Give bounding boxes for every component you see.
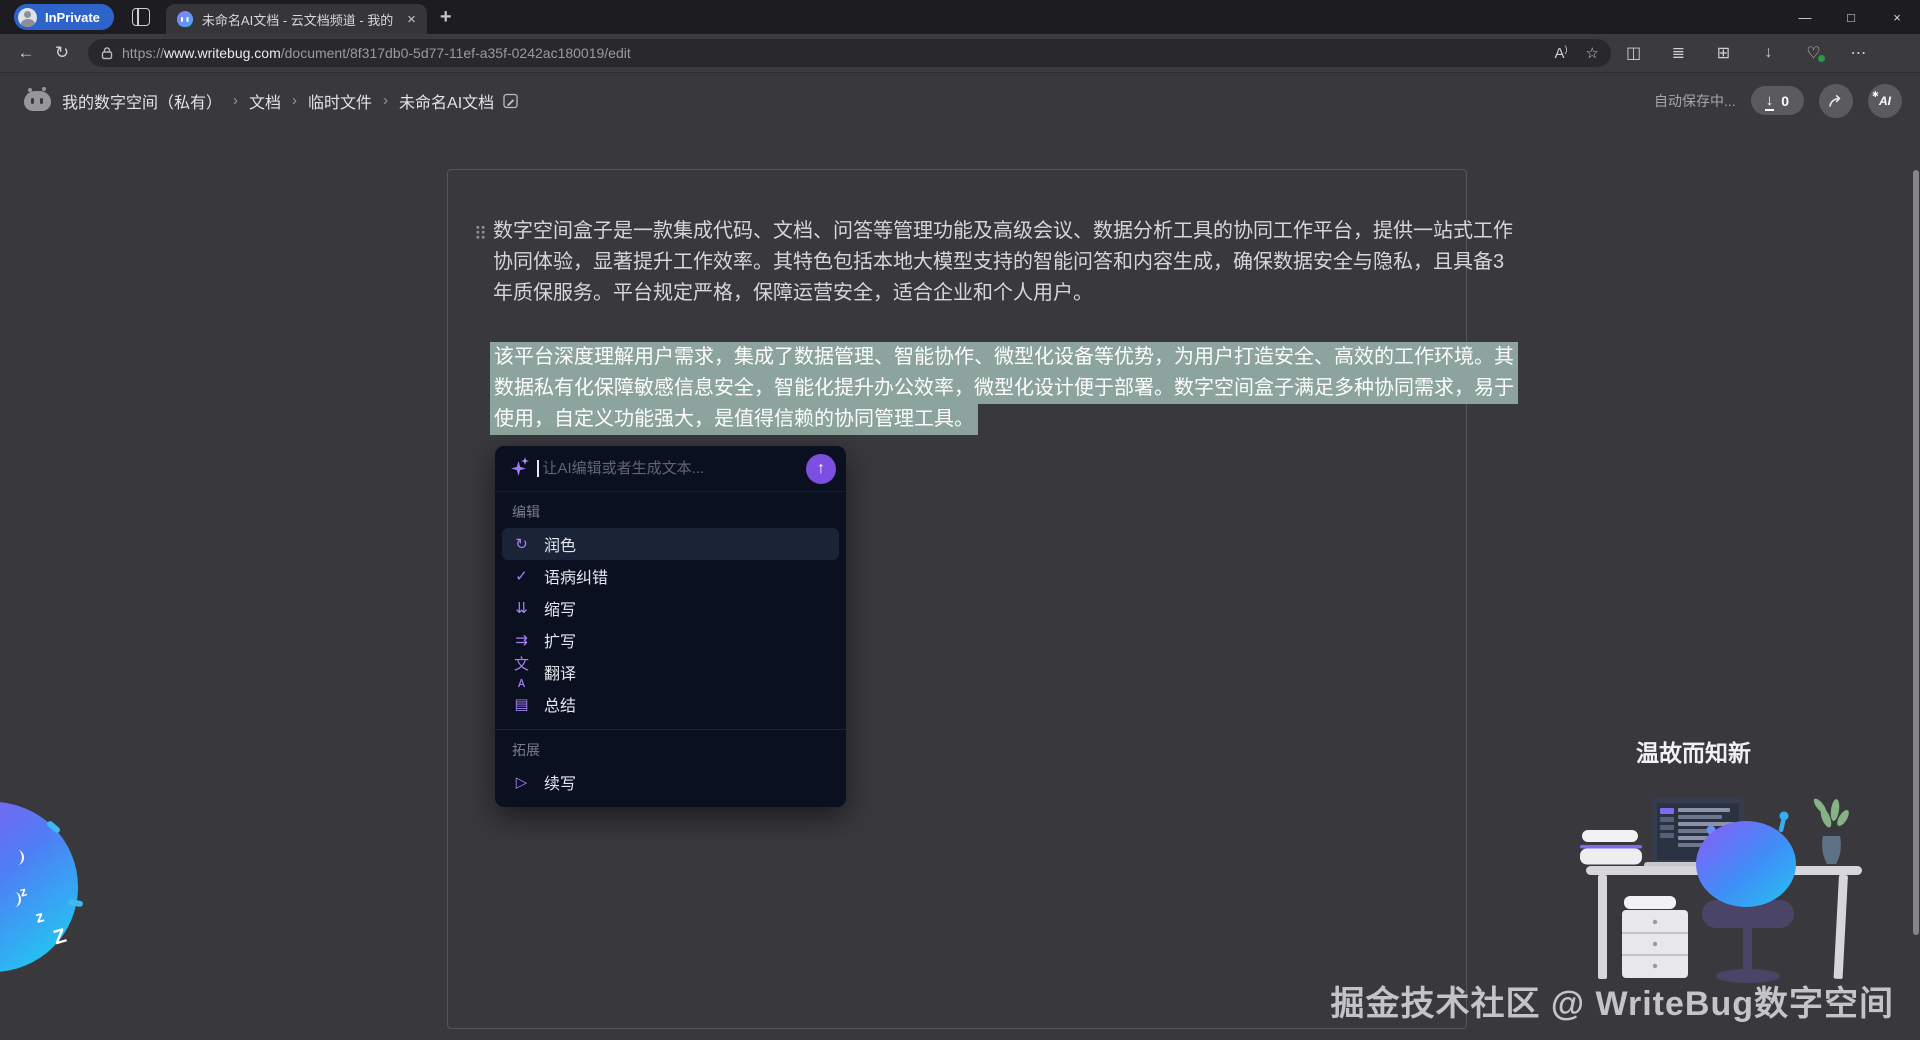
breadcrumb-temp-files[interactable]: 临时文件 [308,89,372,113]
menu-item-continue-writing[interactable]: ▷ 续写 [502,766,839,798]
tab-close-icon[interactable]: × [404,11,419,28]
editor-main: ⠿ 数字空间盒子是一款集成代码、文档、问答等管理功能及高级会议、数据分析工具的协… [0,128,1920,1040]
browser-tab-bar: InPrivate 未命名AI文档 - 云文档频道 - 我的 × + — □ × [0,0,1920,34]
ai-send-button[interactable]: ↑ [806,454,836,484]
doc-line[interactable]: 年质保服务。平台规定严格，保障运营安全，适合企业和个人用户。 [493,278,1513,309]
menu-item-polish[interactable]: ↻ 润色 [502,528,839,560]
menu-divider [495,729,846,730]
app-header: 我的数字空间（私有） › 文档 › 临时文件 › 未命名AI文档 自动保存中..… [0,73,1920,128]
watermark-text: 掘金技术社区 @ WriteBug数字空间 [1330,976,1894,1025]
closed-eye-icon [11,850,24,865]
header-actions: 自动保存中... ↓ 0 AI [1654,84,1902,118]
antenna-icon [46,820,61,834]
polish-icon: ↻ [512,535,531,553]
menu-item-translate[interactable]: 文ᴀ 翻译 [502,656,839,688]
menu-item-shorten[interactable]: ⇊ 缩写 [502,592,839,624]
back-button[interactable]: ← [8,43,44,63]
url-scheme: https:// [122,45,164,61]
writebug-mascot-icon [24,91,51,111]
continue-writing-icon: ▷ [512,773,531,791]
expand-icon: ⇉ [512,631,531,649]
maximize-button[interactable]: □ [1828,0,1874,34]
favorite-star-icon[interactable]: ☆ [1586,44,1599,62]
doc-line[interactable]: 协同体验，显著提升工作效率。其特色包括本地大模型支持的智能问答和内容生成，确保数… [493,247,1513,278]
ai-assistant-button[interactable]: AI [1868,84,1902,118]
paragraph-2-selected[interactable]: 该平台深度理解用户需求，集成了数据管理、智能协作、微型化设备等优势，为用户打造安… [490,342,1518,435]
refresh-button[interactable]: ↻ [44,43,80,63]
settings-menu-icon[interactable]: ⋯ [1836,43,1881,63]
ai-icon: AI [1879,94,1891,108]
workspaces-icon[interactable] [132,8,150,26]
closed-eye-icon [8,892,21,907]
text-caret [537,460,539,477]
collections-icon[interactable]: ≣ [1656,43,1701,63]
profile-avatar-icon [18,8,37,27]
url-text: https://www.writebug.com/document/8f317d… [122,45,1537,61]
menu-section-extend: 拓展 [512,740,829,760]
autosave-status: 自动保存中... [1654,91,1736,111]
web-capture-icon[interactable]: ⊞ [1701,43,1746,63]
chevron-right-icon: › [292,92,297,109]
browser-toolbar: ← ↻ https://www.writebug.com/document/8f… [0,34,1920,73]
chevron-right-icon: › [233,92,238,109]
menu-item-grammar-fix[interactable]: ✓ 语病纠错 [502,560,839,592]
grammar-check-icon: ✓ [512,567,531,585]
url-host: www.writebug.com [164,45,281,61]
doc-line[interactable]: 数字空间盒子是一款集成代码、文档、问答等管理功能及高级会议、数据分析工具的协同工… [493,216,1513,247]
highlighted-line[interactable]: 使用，自定义功能强大，是值得信赖的协同管理工具。 [490,404,978,435]
breadcrumb-space[interactable]: 我的数字空间（私有） [62,89,222,113]
paragraph-1[interactable]: 数字空间盒子是一款集成代码、文档、问答等管理功能及高级会议、数据分析工具的协同工… [493,216,1513,309]
download-count: 0 [1781,93,1789,109]
window-controls: — □ × [1782,0,1920,34]
browser-essentials-icon[interactable]: ♡ [1791,43,1836,63]
menu-item-summarize[interactable]: ▤ 总结 [502,688,839,720]
close-button[interactable]: × [1874,0,1920,34]
split-screen-icon[interactable]: ◫ [1611,43,1656,63]
summarize-icon: ▤ [512,695,531,713]
desk-illustration [1578,790,1878,988]
writebug-favicon-icon [177,11,193,27]
read-aloud-icon[interactable]: A) [1555,44,1568,62]
ai-popup-menu: ↑ 编辑 ↻ 润色 ✓ 语病纠错 ⇊ 缩写 ⇉ 扩写 文ᴀ 翻译 [495,446,846,807]
antenna-icon [68,899,84,908]
downloads-icon[interactable]: ↓ [1746,44,1791,62]
idiom-quote: 温故而知新 [1636,734,1751,768]
menu-section-edit: 编辑 [512,502,829,522]
chevron-right-icon: › [383,92,388,109]
share-icon [1827,93,1845,109]
scrollbar-thumb[interactable] [1913,170,1919,935]
download-icon: ↓ [1766,93,1774,108]
breadcrumb-doc-title[interactable]: 未命名AI文档 [399,89,494,113]
share-button[interactable] [1819,84,1853,118]
minimize-button[interactable]: — [1782,0,1828,34]
drag-handle-icon[interactable]: ⠿ [474,224,485,245]
ai-prompt-row: ↑ [495,446,846,492]
new-tab-button[interactable]: + [440,6,452,29]
breadcrumb-docs[interactable]: 文档 [249,89,281,113]
highlighted-line[interactable]: 该平台深度理解用户需求，集成了数据管理、智能协作、微型化设备等优势，为用户打造安… [490,342,1518,373]
ai-prompt-input[interactable] [541,459,807,478]
inprivate-label: InPrivate [45,10,100,25]
ai-sparkle-icon [511,461,526,476]
tab-title: 未命名AI文档 - 云文档频道 - 我的 [202,10,395,29]
download-count-button[interactable]: ↓ 0 [1751,86,1804,115]
inprivate-badge[interactable]: InPrivate [14,4,114,30]
address-bar[interactable]: https://www.writebug.com/document/8f317d… [88,39,1611,67]
rename-pencil-icon[interactable] [503,93,519,109]
menu-item-expand[interactable]: ⇉ 扩写 [502,624,839,656]
lock-icon[interactable] [101,46,113,60]
arrow-up-icon: ↑ [817,460,825,478]
shorten-icon: ⇊ [512,599,531,617]
browser-tab[interactable]: 未命名AI文档 - 云文档频道 - 我的 × [166,4,427,34]
translate-icon: 文ᴀ [512,653,531,691]
highlighted-line[interactable]: 数据私有化保障敏感信息安全，智能化提升办公效率，微型化设计便于部署。数字空间盒子… [490,373,1518,404]
document-page[interactable]: ⠿ 数字空间盒子是一款集成代码、文档、问答等管理功能及高级会议、数据分析工具的协… [447,169,1467,1029]
url-path: /document/8f317db0-5d77-11ef-a35f-0242ac… [281,45,631,61]
